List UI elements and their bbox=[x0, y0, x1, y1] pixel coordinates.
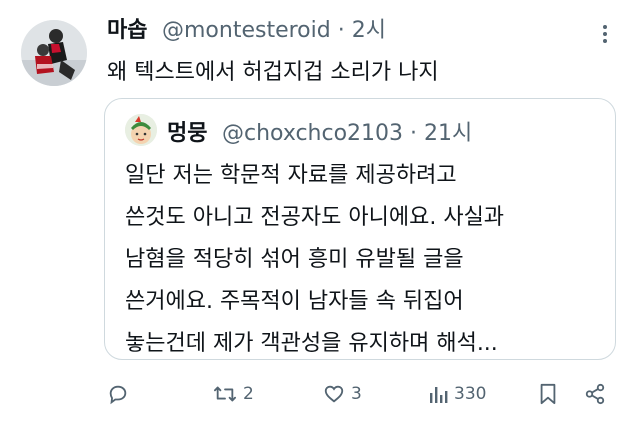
views-bar-chart-icon bbox=[428, 383, 448, 405]
view-count: 330 bbox=[454, 384, 487, 404]
bookmark-icon bbox=[538, 383, 558, 405]
views-button[interactable]: 330 bbox=[428, 380, 486, 408]
avatar[interactable] bbox=[21, 20, 87, 86]
like-button[interactable]: 3 bbox=[323, 380, 362, 408]
retweet-button[interactable]: 2 bbox=[213, 380, 254, 408]
reply-icon bbox=[107, 383, 129, 405]
bookmark-button[interactable] bbox=[538, 380, 558, 408]
quoted-text: 일단 저는 학문적 자료를 제공하려고 쓴것도 아니고 전공자도 아니에요. 사… bbox=[125, 155, 504, 365]
share-icon bbox=[584, 383, 606, 405]
quoted-avatar[interactable] bbox=[125, 114, 157, 146]
more-vertical-icon[interactable] bbox=[600, 22, 610, 46]
like-count: 3 bbox=[351, 384, 362, 404]
display-name[interactable]: 마솝 bbox=[107, 12, 147, 44]
quoted-text-line: 일단 저는 학문적 자료를 제공하려고 bbox=[125, 163, 457, 188]
quoted-text-line: 놓는건데 제가 객관성을 유지하며 해석... bbox=[125, 331, 498, 356]
quoted-text-line: 쓴거에요. 주목적이 남자들 속 뒤집어 bbox=[125, 289, 464, 314]
quoted-text-line: 쓴것도 아니고 전공자도 아니에요. 사실과 bbox=[125, 205, 505, 230]
quoted-text-line: 남혐을 적당히 섞어 흥미 유발될 글을 bbox=[125, 247, 464, 272]
handle-and-time[interactable]: @montesteroid · 2시 bbox=[162, 12, 386, 44]
quoted-tweet[interactable]: 멍뭉 @choxchco2103 · 21시 일단 저는 학문적 자료를 제공하… bbox=[104, 98, 616, 360]
retweet-icon bbox=[213, 383, 237, 405]
heart-icon bbox=[323, 383, 345, 405]
share-button[interactable] bbox=[584, 380, 606, 408]
reply-button[interactable] bbox=[107, 380, 135, 408]
quoted-handle-and-time: @choxchco2103 · 21시 bbox=[222, 121, 473, 146]
action-bar: 2 3 330 bbox=[0, 374, 640, 414]
quoted-display-name: 멍뭉 bbox=[167, 121, 208, 146]
retweet-count: 2 bbox=[243, 384, 254, 404]
tweet-text: 왜 텍스트에서 허겁지겁 소리가 나지 bbox=[107, 60, 439, 85]
